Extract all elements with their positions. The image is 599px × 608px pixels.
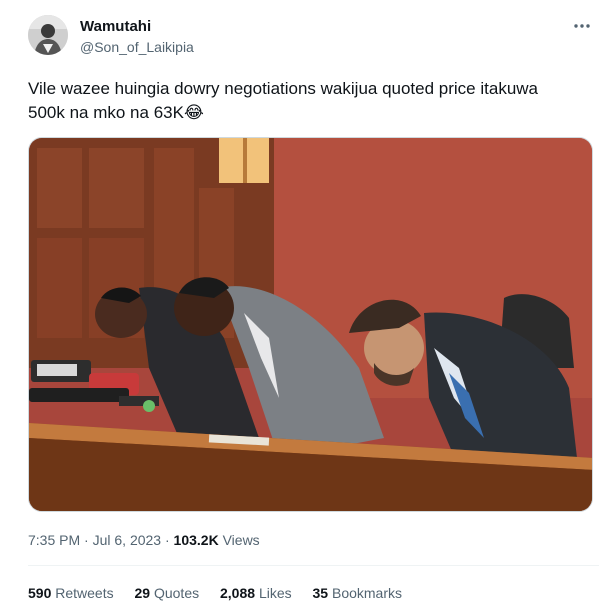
- bookmarks-stat[interactable]: 35 Bookmarks: [313, 585, 403, 601]
- tweet-text-body: Vile wazee huingia dowry negotiations wa…: [28, 79, 538, 122]
- laughing-emoji: 😂: [183, 103, 204, 123]
- bookmarks-count: 35: [312, 585, 329, 601]
- post-time[interactable]: 7:35 PM: [28, 532, 80, 548]
- retweets-stat[interactable]: 590 Retweets: [28, 585, 114, 601]
- bookmarks-label: Bookmarks: [331, 585, 403, 601]
- views-count: 103.2K: [173, 532, 219, 548]
- tweet-photo[interactable]: [28, 137, 593, 512]
- avatar[interactable]: [28, 15, 68, 55]
- tweet-meta: 7:35 PM · Jul 6, 2023 · 103.2K Views: [28, 532, 260, 548]
- tweet-text: Vile wazee huingia dowry negotiations wa…: [28, 77, 573, 125]
- retweets-label: Retweets: [55, 585, 114, 601]
- tweet: Wamutahi @Son_of_Laikipia Vile wazee hui…: [0, 0, 599, 608]
- engagement-stats: 590 Retweets 29 Quotes 2,088 Likes 35 Bo…: [28, 585, 419, 601]
- likes-label: Likes: [258, 585, 292, 601]
- quotes-stat[interactable]: 29 Quotes: [135, 585, 200, 601]
- divider: [28, 565, 599, 566]
- user-handle[interactable]: @Son_of_Laikipia: [80, 39, 194, 55]
- likes-count: 2,088: [220, 585, 256, 601]
- likes-stat[interactable]: 2,088 Likes: [220, 585, 292, 601]
- meta-separator: ·: [164, 532, 170, 548]
- quotes-label: Quotes: [153, 585, 200, 601]
- views-label: Views: [222, 532, 260, 548]
- more-horizontal-icon: [574, 24, 590, 28]
- display-name[interactable]: Wamutahi: [80, 18, 151, 35]
- retweets-count: 590: [28, 585, 52, 601]
- more-options-button[interactable]: [570, 16, 594, 36]
- quotes-count: 29: [134, 585, 151, 601]
- meta-separator: ·: [84, 532, 89, 548]
- post-date[interactable]: Jul 6, 2023: [93, 532, 162, 548]
